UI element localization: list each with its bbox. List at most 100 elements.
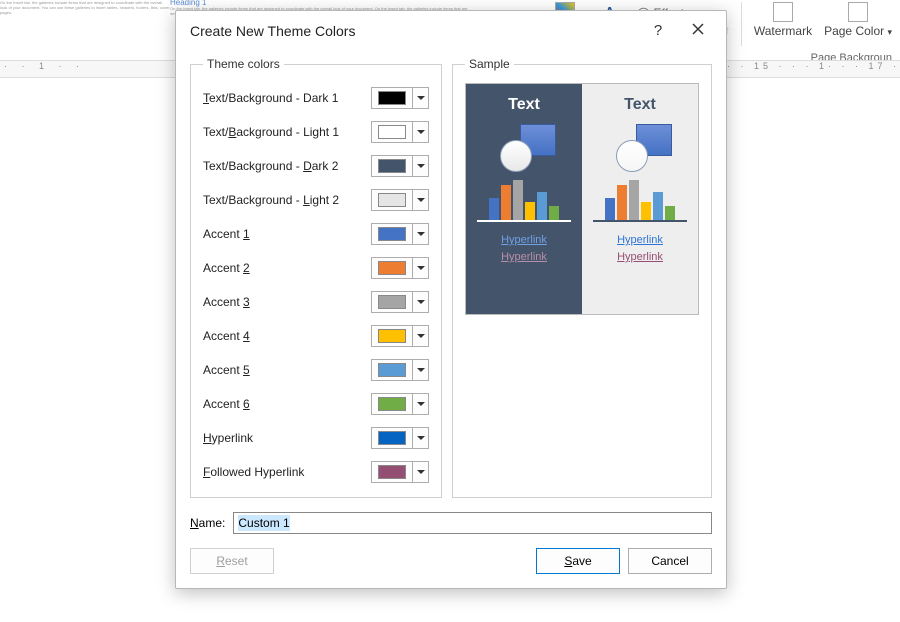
theme-color-label: Text/Background - Light 1 [203,125,339,139]
hyperlink-sample: Hyperlink [474,232,574,249]
theme-color-row: Text/Background - Dark 2 [203,149,429,183]
color-picker-button[interactable] [371,359,429,381]
chevron-down-icon [412,156,428,176]
sample-links-dark: Hyperlink Hyperlink [474,232,574,266]
chevron-down-icon [412,462,428,482]
color-picker-button[interactable] [371,291,429,313]
create-theme-colors-dialog: Create New Theme Colors ? Theme colors T… [175,10,727,589]
theme-color-row: Text/Background - Light 1 [203,115,429,149]
color-swatch [378,363,406,377]
hyperlink-sample: Hyperlink [590,232,690,249]
save-button[interactable]: Save [536,548,620,574]
chart-bar [617,185,627,220]
color-swatch [378,295,406,309]
sample-light-panel: Text Hyperlink Hyperlink [582,84,698,314]
color-picker-button[interactable] [371,121,429,143]
theme-color-label: Accent 1 [203,227,250,241]
theme-colors-group: Theme colors Text/Background - Dark 1 Tex… [190,57,442,498]
sample-text-light: Text [590,96,690,114]
chart-bar [525,202,535,220]
chevron-down-icon [412,224,428,244]
chart-bar [537,192,547,220]
cancel-button[interactable]: Cancel [628,548,712,574]
dialog-title: Create New Theme Colors [190,23,638,39]
close-button[interactable] [678,16,718,46]
chevron-down-icon [412,258,428,278]
chart-bar [629,180,639,220]
color-swatch [378,91,406,105]
sample-chart-light [593,178,687,222]
color-picker-button[interactable] [371,257,429,279]
theme-color-row: Accent 2 [203,251,429,285]
followed-hyperlink-sample: Hyperlink [474,249,574,266]
chart-bar [489,198,499,220]
theme-color-row: Text/Background - Dark 1 [203,81,429,115]
chart-bar [549,206,559,220]
color-swatch [378,465,406,479]
chart-bar [513,180,523,220]
dialog-titlebar: Create New Theme Colors ? [176,11,726,51]
sample-chart-dark [477,178,571,222]
sample-preview: Text Hyperlink Hyperlink Text [465,83,699,315]
chart-bar [501,185,511,220]
chart-bar [641,202,651,220]
name-input[interactable]: Custom 1 [233,512,712,534]
theme-color-label: Accent 2 [203,261,250,275]
theme-color-label: Accent 3 [203,295,250,309]
color-picker-button[interactable] [371,87,429,109]
theme-color-label: Followed Hyperlink [203,465,304,479]
chevron-down-icon [412,88,428,108]
nav-thumbnail: On the Insert tab, the galleries include… [0,0,170,55]
theme-color-row: Followed Hyperlink [203,455,429,489]
color-picker-button[interactable] [371,393,429,415]
sample-dark-panel: Text Hyperlink Hyperlink [466,84,582,314]
color-picker-button[interactable] [371,325,429,347]
help-button[interactable]: ? [638,16,678,46]
theme-color-row: Hyperlink [203,421,429,455]
theme-color-row: Text/Background - Light 2 [203,183,429,217]
name-label: Name: [190,516,225,530]
color-swatch [378,397,406,411]
watermark-icon [773,2,793,22]
color-swatch [378,431,406,445]
color-picker-button[interactable] [371,427,429,449]
ribbon-watermark[interactable]: Watermark [754,2,812,38]
color-picker-button[interactable] [371,155,429,177]
chevron-down-icon [412,360,428,380]
color-swatch [378,227,406,241]
chevron-down-icon [412,190,428,210]
circle-icon [500,140,532,172]
theme-color-label: Text/Background - Dark 2 [203,159,338,173]
color-swatch [378,329,406,343]
chart-bar [665,206,675,220]
sample-shapes-dark [474,122,574,172]
theme-colors-legend: Theme colors [203,57,284,71]
close-icon [692,23,704,35]
color-picker-button[interactable] [371,461,429,483]
theme-color-label: Text/Background - Dark 1 [203,91,338,105]
sample-legend: Sample [465,57,514,71]
page-color-icon [848,2,868,22]
color-picker-button[interactable] [371,189,429,211]
chevron-down-icon [412,122,428,142]
chart-bar [653,192,663,220]
ribbon-page-color[interactable]: Page Color ▾ [824,2,892,38]
chevron-down-icon [412,428,428,448]
color-picker-button[interactable] [371,223,429,245]
theme-color-row: Accent 4 [203,319,429,353]
sample-text-dark: Text [474,96,574,114]
theme-color-label: Accent 6 [203,397,250,411]
theme-color-label: Text/Background - Light 2 [203,193,339,207]
theme-color-row: Accent 1 [203,217,429,251]
theme-color-label: Hyperlink [203,431,253,445]
sample-group: Sample Text Hyperlink Hyperlink [452,57,712,498]
sample-shapes-light [590,122,690,172]
color-swatch [378,159,406,173]
theme-color-row: Accent 3 [203,285,429,319]
color-swatch [378,261,406,275]
circle-icon [616,140,648,172]
followed-hyperlink-sample: Hyperlink [590,249,690,266]
chevron-down-icon [412,326,428,346]
button-row: Reset Save Cancel [190,548,712,574]
chevron-down-icon [412,394,428,414]
